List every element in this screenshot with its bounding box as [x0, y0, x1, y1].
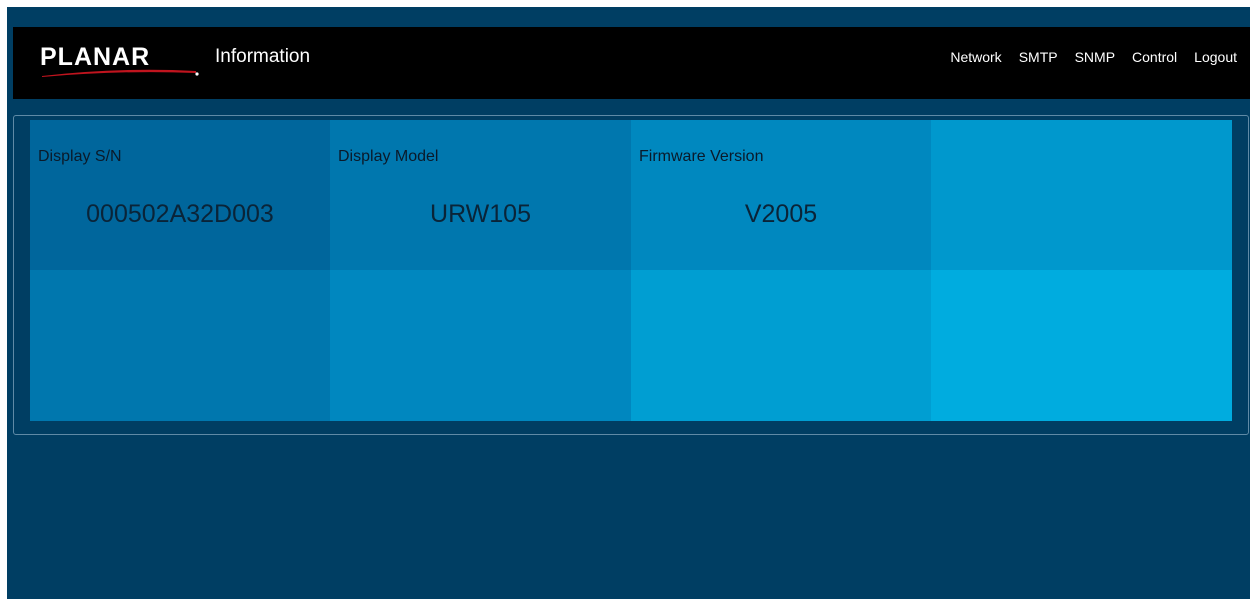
- header-bar: PLANAR Information Network SMTP SNMP Con…: [13, 27, 1250, 99]
- logo-swoosh-icon: [42, 69, 199, 77]
- tile-empty: [330, 270, 631, 421]
- tile-empty: [30, 270, 330, 421]
- app-frame: PLANAR Information Network SMTP SNMP Con…: [7, 7, 1250, 599]
- nav-logout[interactable]: Logout: [1194, 47, 1237, 67]
- tile-empty: [931, 270, 1232, 421]
- tile-label: Display Model: [338, 148, 439, 165]
- top-nav: Network SMTP SNMP Control Logout: [933, 47, 1237, 67]
- info-tile-grid: Display S/N 000502A32D003 Display Model …: [30, 120, 1232, 421]
- tile-firmware-version: Firmware Version V2005: [631, 120, 931, 270]
- tile-display-model: Display Model URW105: [330, 120, 631, 270]
- page-title: Information: [215, 46, 311, 67]
- tile-empty: [931, 120, 1232, 270]
- tile-value: 000502A32D003: [86, 200, 274, 228]
- nav-smtp[interactable]: SMTP: [1019, 47, 1058, 67]
- info-panel: Display S/N 000502A32D003 Display Model …: [13, 115, 1249, 435]
- tile-label: Firmware Version: [639, 148, 764, 165]
- tile-display-sn: Display S/N 000502A32D003: [30, 120, 330, 270]
- nav-snmp[interactable]: SNMP: [1075, 47, 1115, 67]
- tile-empty: [631, 270, 931, 421]
- tile-value: V2005: [744, 200, 818, 228]
- tile-value: URW105: [430, 200, 531, 228]
- nav-control[interactable]: Control: [1132, 47, 1177, 67]
- tile-label: Display S/N: [38, 148, 122, 165]
- nav-network[interactable]: Network: [950, 47, 1001, 67]
- planar-logo: PLANAR: [40, 43, 200, 79]
